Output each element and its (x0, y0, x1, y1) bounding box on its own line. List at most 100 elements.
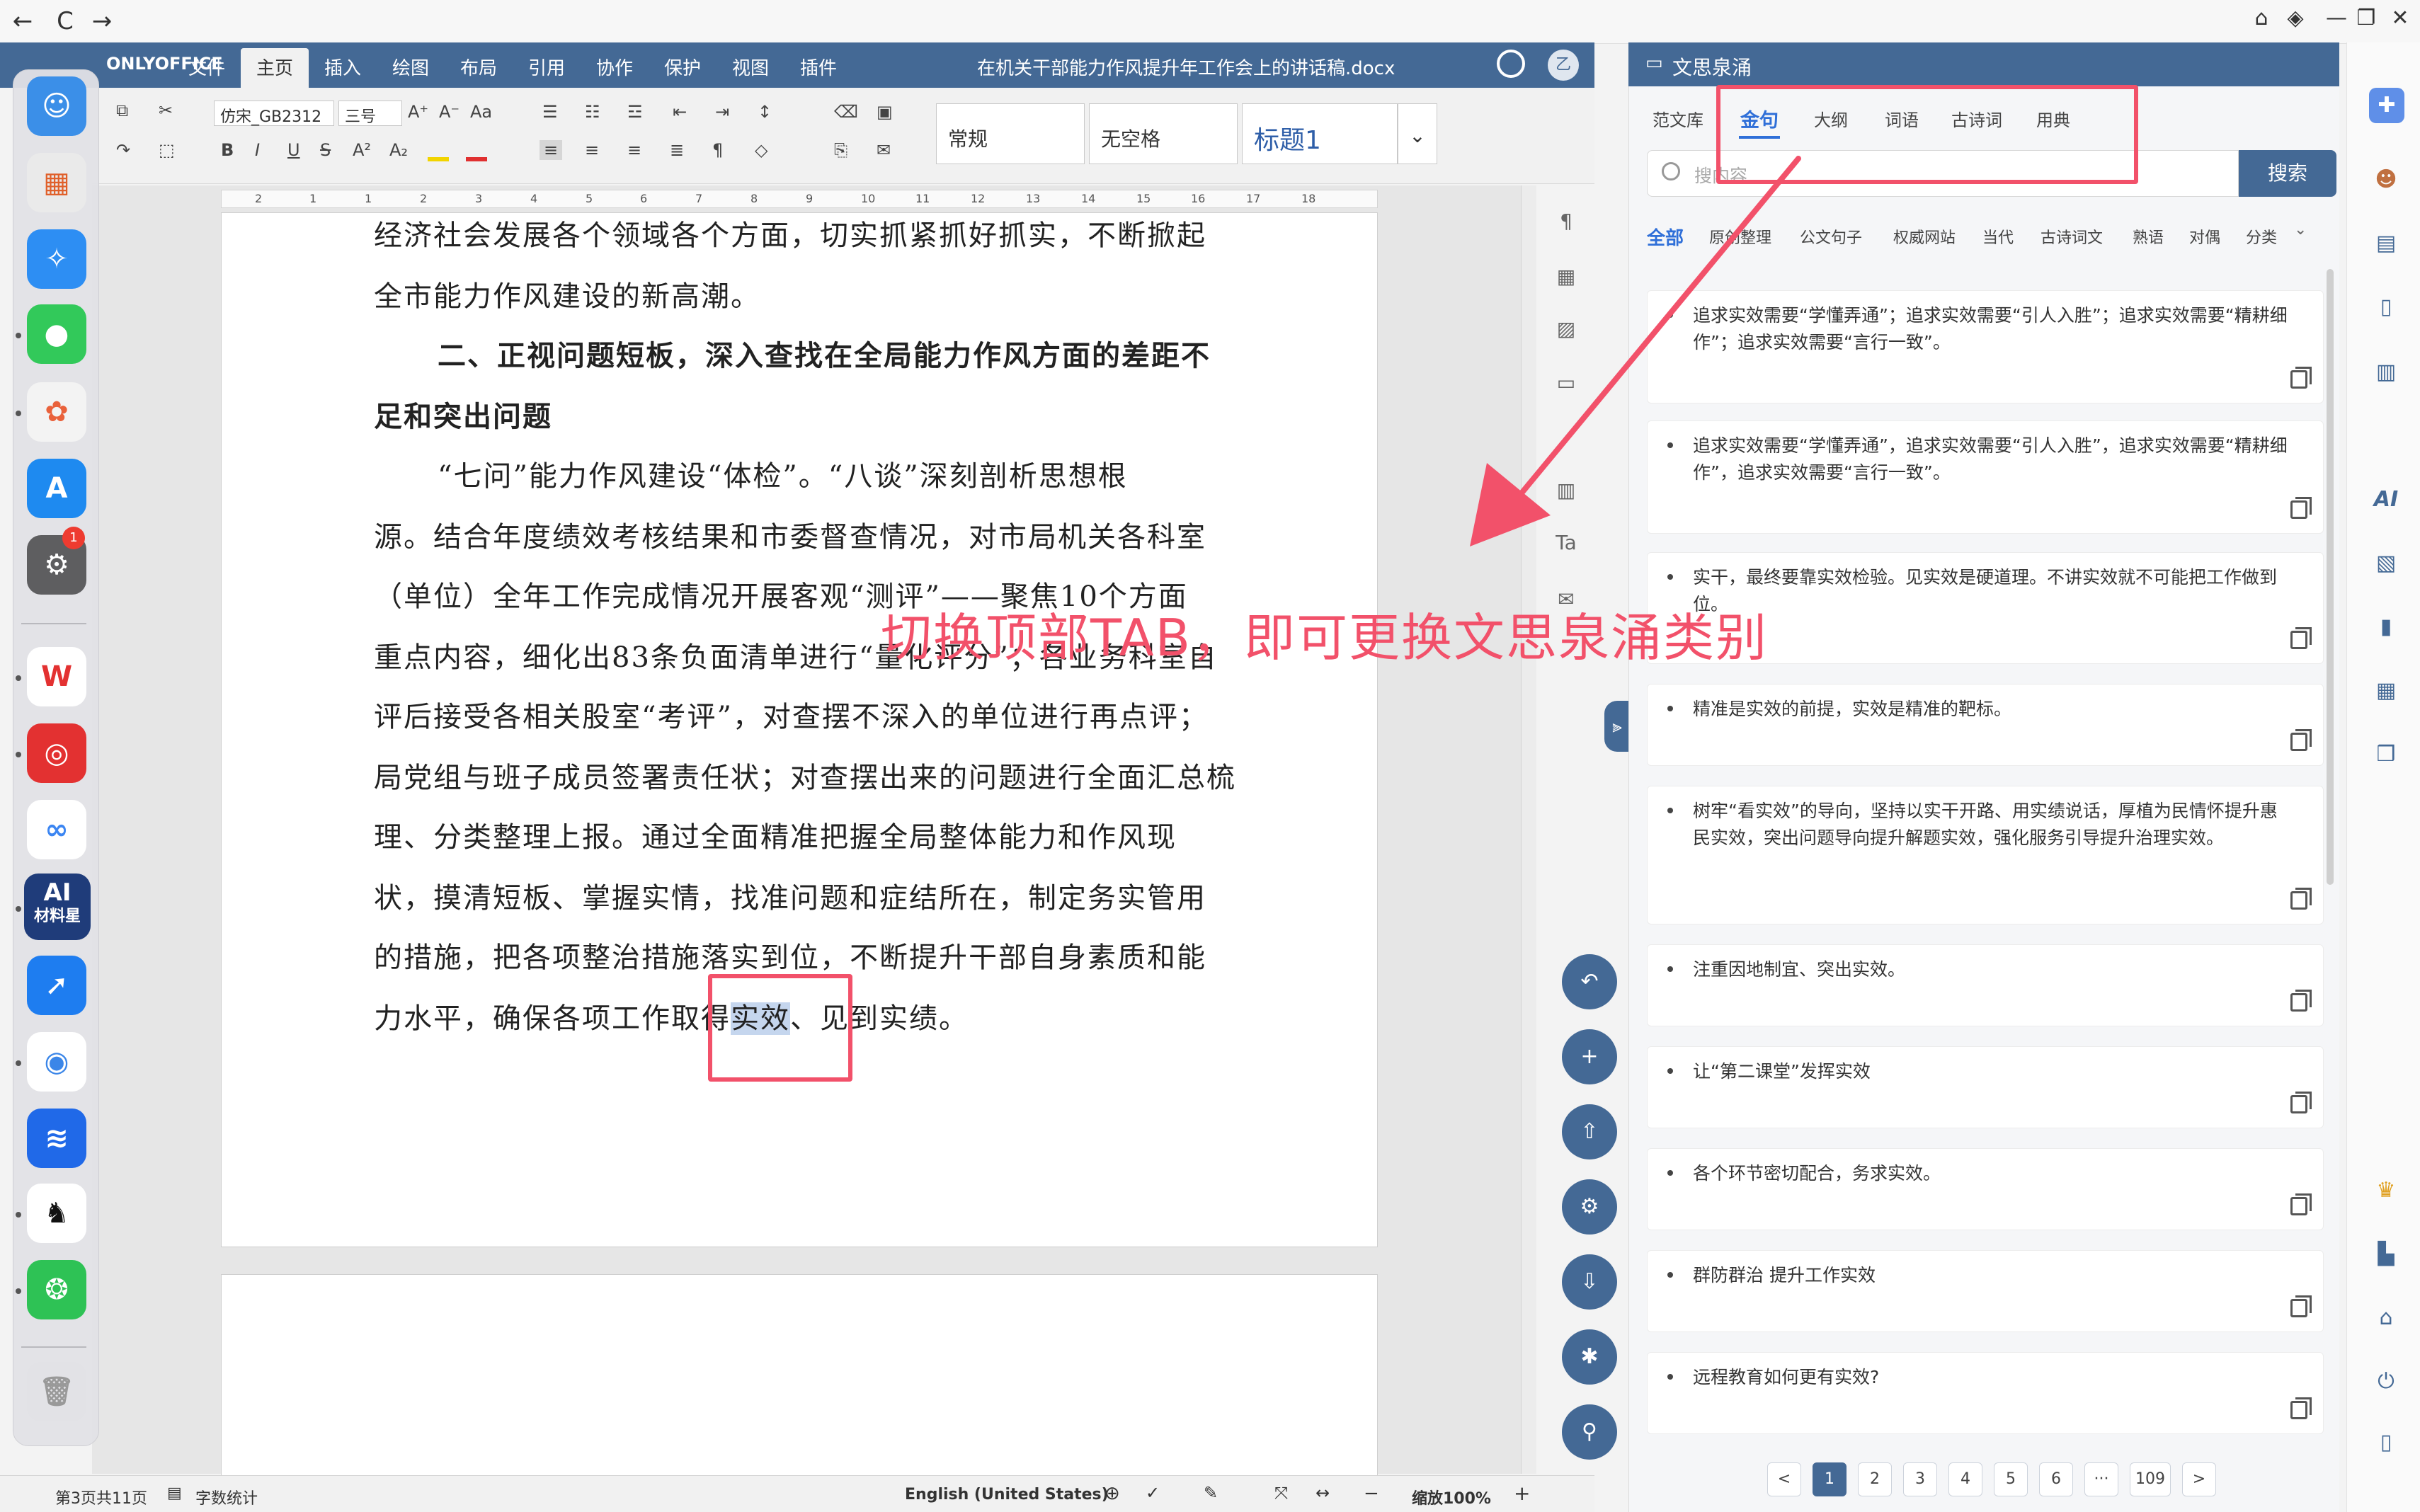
align-left-icon[interactable]: ≡ (540, 140, 563, 160)
category-classify-dropdown[interactable]: 分类 (2246, 225, 2277, 248)
align-right-icon[interactable]: ≡ (627, 140, 641, 160)
copy-icon[interactable] (2290, 729, 2312, 751)
launchpad-icon[interactable]: ▦ (27, 153, 86, 212)
panel-collapse-handle[interactable]: ⫸ (1604, 701, 1630, 752)
pagination-page-last[interactable]: 109 (2130, 1462, 2171, 1496)
briefcase-icon[interactable]: ▤ (2372, 231, 2400, 259)
mail-merge-icon[interactable]: ✉ (877, 140, 891, 160)
safari-icon[interactable]: ✧ (27, 229, 86, 289)
copy-style-icon[interactable]: ▣ (877, 102, 893, 122)
feishu-icon[interactable]: ≋ (27, 1109, 86, 1168)
shading-icon[interactable]: ◇ (755, 140, 767, 160)
library-icon[interactable]: ▥ (2372, 360, 2400, 388)
fit-width-icon[interactable]: ↔ (1315, 1483, 1330, 1503)
pagination-page-1[interactable]: 1 (1813, 1462, 1847, 1496)
chrome-icon[interactable]: ◉ (27, 1032, 86, 1092)
style-normal[interactable]: 常规 (936, 103, 1085, 164)
finder-icon[interactable]: ☺ (27, 76, 86, 136)
home-icon[interactable]: ⌂ (2246, 6, 2277, 30)
justify-icon[interactable]: ≣ (670, 140, 684, 160)
close-icon[interactable]: ✕ (2385, 6, 2416, 30)
italic-button[interactable]: I (255, 140, 260, 160)
multilevel-list-icon[interactable]: ☲ (627, 102, 643, 122)
netease-music-icon[interactable]: ◎ (27, 723, 86, 783)
ppt-icon[interactable]: ▮ (2372, 614, 2400, 643)
align-center-icon[interactable]: ≡ (585, 140, 599, 160)
user-avatar-icon[interactable]: ☻ (2372, 167, 2400, 195)
pagination-page-5[interactable]: 5 (1994, 1462, 2028, 1496)
category-contemporary[interactable]: 当代 (1982, 225, 2014, 248)
styles-expand-icon[interactable]: ⌄ (1398, 103, 1437, 164)
menu-collaborate[interactable]: 协作 (596, 54, 633, 80)
sentence-card[interactable]: 注重因地制宜、突出实效。 (1647, 944, 2324, 1026)
word-count-icon[interactable]: ▤ (167, 1484, 182, 1502)
template-icon[interactable]: ▦ (2372, 678, 2400, 706)
pagination-prev[interactable]: < (1767, 1462, 1801, 1496)
highlight-icon[interactable] (428, 142, 449, 161)
decrease-indent-icon[interactable]: ⇤ (673, 102, 687, 122)
sentence-card[interactable]: 群防群治 提升工作实效 (1647, 1250, 2324, 1332)
reload-icon[interactable]: C (51, 7, 79, 35)
menu-file[interactable]: 文件 (188, 54, 225, 80)
line-spacing-icon[interactable]: ↕ (758, 102, 772, 122)
panel-scrollbar[interactable] (2327, 269, 2334, 885)
minimize-icon[interactable]: — (2321, 6, 2352, 30)
sentence-card[interactable]: 各个环节密切配合，务求实效。 (1647, 1148, 2324, 1230)
tab-template-library[interactable]: 范文库 (1653, 106, 1703, 131)
font-size-select[interactable]: 三号 (338, 101, 402, 126)
pagination-page-2[interactable]: 2 (1858, 1462, 1892, 1496)
select-icon[interactable]: ⬚ (159, 140, 175, 160)
copy-icon[interactable] (2290, 888, 2312, 910)
new-file-button[interactable]: + (1562, 1029, 1617, 1084)
zoom-out-icon[interactable]: − (1364, 1483, 1379, 1504)
menu-plugins[interactable]: 插件 (800, 54, 837, 80)
sentence-card[interactable]: 让“第二课堂”发挥实效 (1647, 1046, 2324, 1128)
change-case-icon[interactable]: Aa (470, 102, 492, 122)
menu-draw[interactable]: 绘图 (392, 54, 429, 80)
ai-icon[interactable]: AI (2372, 487, 2400, 515)
menu-view[interactable]: 视图 (732, 54, 769, 80)
sentence-card[interactable]: 树牢“看实效”的导向，坚持以实干开路、用实绩说话，厚植为民情怀提升惠民实效，突出… (1647, 786, 2324, 924)
stats-icon[interactable]: ▙ (2372, 1242, 2400, 1270)
back-arrow-icon[interactable]: ← (8, 7, 37, 35)
copy-icon[interactable] (2290, 1193, 2312, 1215)
track-changes-icon[interactable]: ✎ (1204, 1483, 1218, 1503)
copy-icon[interactable] (2290, 627, 2312, 649)
trash-icon[interactable]: 🗑 (27, 1362, 86, 1421)
font-name-select[interactable]: 仿宋_GB2312 (214, 101, 334, 126)
panel-search-button[interactable]: 搜索 (2239, 150, 2336, 197)
numbered-list-icon[interactable]: ☷ (585, 102, 600, 122)
sentence-card[interactable]: 远程教育如何更有实效? (1647, 1352, 2324, 1434)
spellcheck-icon[interactable]: ✓ (1146, 1483, 1160, 1503)
underline-button[interactable]: U (287, 140, 300, 160)
category-authoritative-sites[interactable]: 权威网站 (1893, 225, 1956, 248)
stamp-button[interactable]: ⚲ (1562, 1404, 1617, 1460)
copy-icon[interactable] (2290, 497, 2312, 519)
globe-icon[interactable]: ⊕ (1105, 1483, 1120, 1504)
word-count-button[interactable]: 字数统计 (195, 1486, 258, 1508)
user-avatar[interactable]: 乙 (1548, 50, 1579, 81)
copy-icon[interactable] (2290, 367, 2312, 389)
style-heading1[interactable]: 标题1 (1242, 103, 1398, 164)
copy-icon[interactable] (2290, 1092, 2312, 1113)
clear-style-icon[interactable]: ⌫ (834, 102, 858, 122)
pagination-page-3[interactable]: 3 (1903, 1462, 1937, 1496)
zoom-in-icon[interactable]: + (1514, 1482, 1530, 1505)
language-select[interactable]: English (United States) (905, 1486, 1109, 1504)
paragraph-marks-icon[interactable]: ¶ (712, 140, 723, 160)
upload-button[interactable]: ⇧ (1562, 1104, 1617, 1159)
subscript-button[interactable]: A₂ (389, 140, 408, 160)
bold-button[interactable]: B (221, 140, 234, 160)
document-icon[interactable]: ▯ (2372, 294, 2400, 323)
copy-icon[interactable] (2290, 1295, 2312, 1317)
format-painter-icon[interactable]: ⎘ (834, 140, 847, 160)
pagination-ellipsis[interactable]: ··· (2084, 1462, 2118, 1496)
decrease-font-icon[interactable]: A⁻ (439, 102, 460, 122)
forward-arrow-icon[interactable]: → (88, 7, 116, 35)
copy-icon[interactable] (2290, 990, 2312, 1012)
settings-button[interactable]: ✱ (1562, 1329, 1617, 1385)
power-icon[interactable]: ⏻ (2372, 1369, 2400, 1397)
wechat-icon[interactable]: ❂ (27, 1260, 86, 1319)
ai-material-star-icon[interactable]: AI 材料星 (24, 874, 91, 940)
messages-icon[interactable]: ● (27, 304, 86, 364)
